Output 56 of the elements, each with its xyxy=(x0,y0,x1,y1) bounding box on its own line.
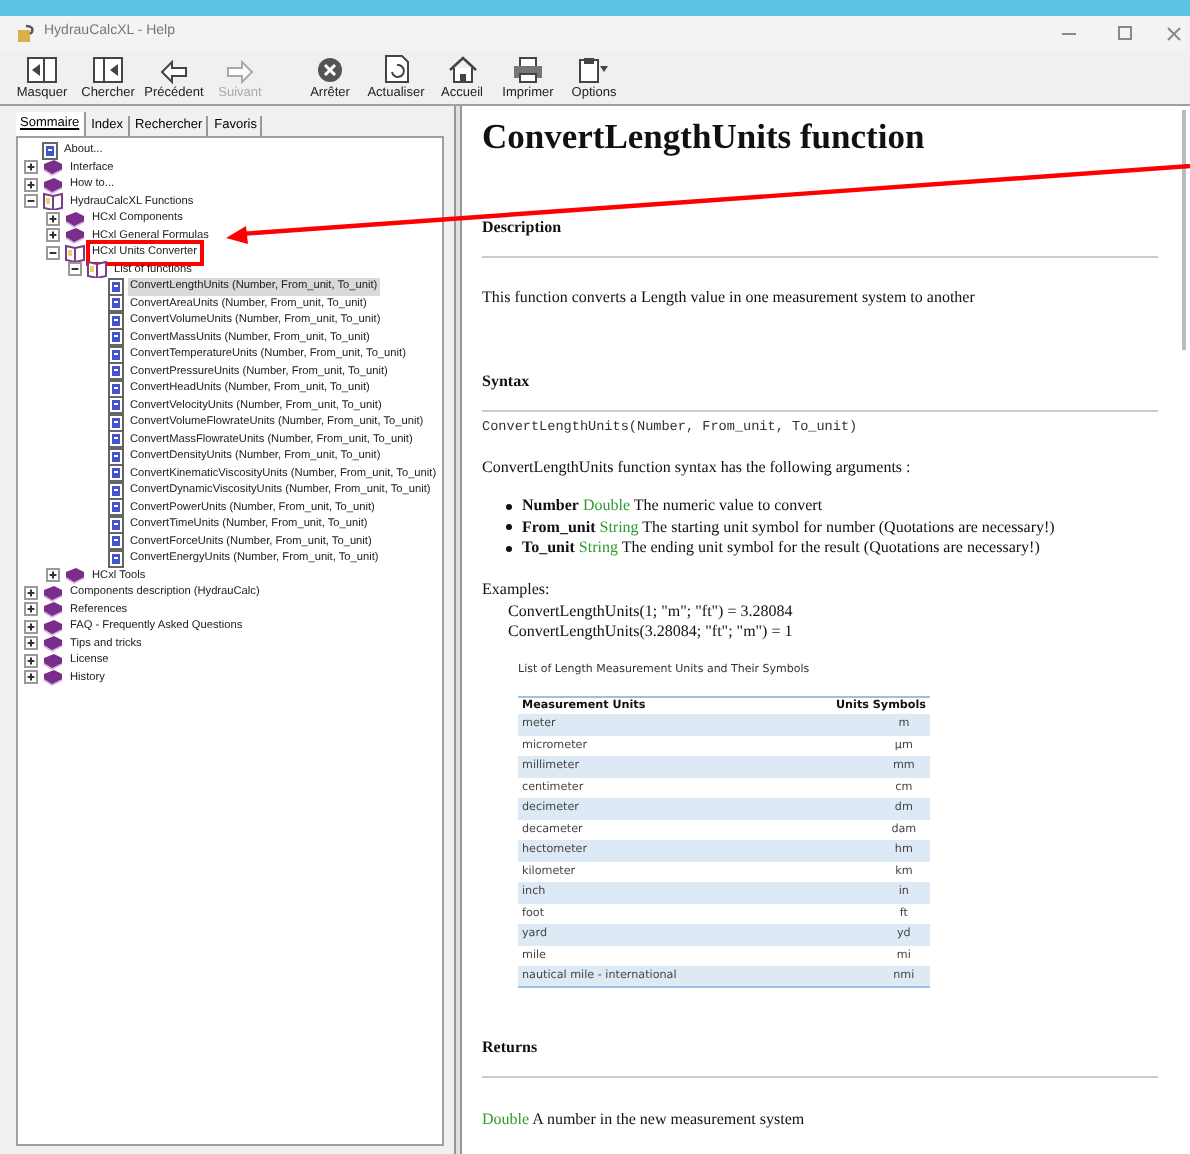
expand-icon[interactable] xyxy=(23,636,37,651)
hide-pane-icon xyxy=(26,56,58,84)
book-icon xyxy=(64,226,86,245)
expand-icon[interactable] xyxy=(23,670,37,685)
back-arrow-icon xyxy=(160,60,188,84)
find-pane-icon xyxy=(92,56,124,84)
book-icon xyxy=(64,209,86,228)
book-icon xyxy=(42,617,64,636)
argument-description: From_unit String The starting unit symbol for number (Quotations are necessary!) xyxy=(522,517,1055,539)
open-book-icon xyxy=(64,243,86,262)
expand-icon[interactable] xyxy=(23,653,37,668)
book-icon xyxy=(42,651,64,670)
collapse-icon[interactable] xyxy=(67,262,81,277)
collapse-icon[interactable] xyxy=(23,194,37,209)
book-icon xyxy=(42,600,64,619)
printer-icon xyxy=(512,56,544,84)
book-icon xyxy=(42,175,64,194)
stop-icon xyxy=(316,56,344,84)
refresh-page-icon xyxy=(383,54,409,84)
section-heading: Description xyxy=(482,216,564,240)
expand-icon[interactable] xyxy=(23,619,37,634)
argument-description: Number Double The numeric value to convert xyxy=(522,496,823,518)
description-text: This function converts a Length value in one measurement system to another xyxy=(482,286,977,310)
help-app-icon xyxy=(16,23,36,43)
topic-title: ConvertLengthUnits function xyxy=(482,114,927,158)
book-icon xyxy=(42,668,64,687)
bullet-icon xyxy=(506,545,512,552)
bullet-icon xyxy=(506,524,512,531)
example-line: ConvertLengthUnits(1; "m"; "ft") = 3.28084 xyxy=(506,601,795,622)
expand-icon[interactable] xyxy=(23,160,37,175)
expand-icon[interactable] xyxy=(23,602,37,617)
forward-arrow-icon xyxy=(226,60,254,84)
bullet-icon xyxy=(506,503,512,510)
open-book-icon xyxy=(42,192,64,211)
expand-icon[interactable] xyxy=(45,228,59,243)
argument-description: To_unit String The ending unit symbol for the result (Quotations are necessary!) xyxy=(522,538,1040,560)
section-heading: Returns xyxy=(482,1036,540,1061)
scrollbar-thumb[interactable] xyxy=(1182,110,1186,350)
examples-label: Examples: xyxy=(482,577,552,602)
expand-icon[interactable] xyxy=(23,177,37,192)
expand-icon[interactable] xyxy=(23,585,37,600)
collapse-icon[interactable] xyxy=(45,245,59,260)
book-icon xyxy=(64,566,86,585)
expand-icon[interactable] xyxy=(45,211,59,226)
returns-text: Double A number in the new measurement system xyxy=(482,1108,807,1133)
options-icon xyxy=(578,56,610,84)
book-icon xyxy=(42,583,64,602)
open-book-icon xyxy=(86,260,108,279)
page-icon xyxy=(42,141,58,160)
home-icon xyxy=(447,56,477,84)
section-heading: Syntax xyxy=(482,370,532,394)
syntax-intro: ConvertLengthUnits function syntax has the following arguments : xyxy=(482,456,913,481)
book-icon xyxy=(42,158,64,177)
example-line: ConvertLengthUnits(3.28084; "ft"; "m") = 1 xyxy=(506,621,795,642)
book-icon xyxy=(42,634,64,653)
expand-icon[interactable] xyxy=(45,568,59,583)
